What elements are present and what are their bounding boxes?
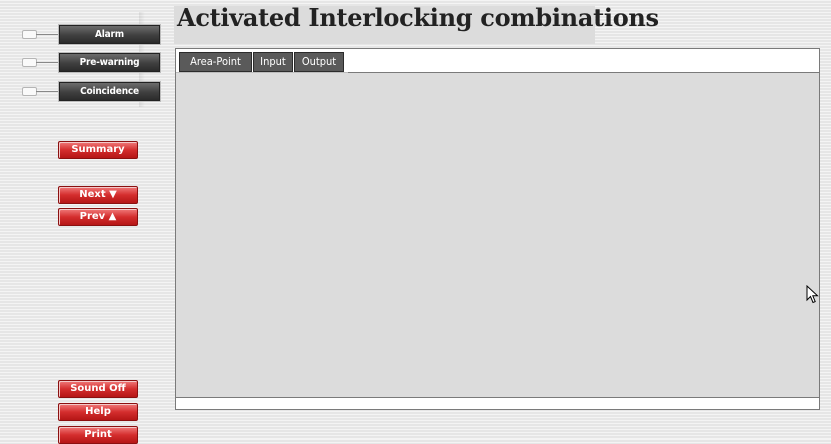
tab-area-point[interactable]: Area-Point	[179, 52, 252, 72]
combinations-list-area[interactable]	[176, 73, 819, 397]
coincidence-row: Coincidence	[22, 82, 160, 101]
alarm-indicator-line	[36, 34, 59, 35]
coincidence-indicator-led	[22, 87, 37, 96]
panel-footer-divider	[176, 397, 819, 398]
pre-warning-indicator-line	[36, 62, 59, 63]
alarm-row: Alarm	[22, 25, 160, 44]
pre-warning-row: Pre-warning	[22, 53, 160, 72]
main-panel: Area-Point Input Output	[175, 48, 820, 410]
sound-off-button[interactable]: Sound Off	[58, 380, 138, 398]
tab-output[interactable]: Output	[294, 52, 344, 72]
pre-warning-indicator-led	[22, 58, 37, 67]
mouse-pointer-icon	[806, 285, 819, 304]
next-button[interactable]: Next ▼	[58, 186, 138, 204]
page-title: Activated Interlocking combinations	[177, 3, 659, 32]
help-button[interactable]: Help	[58, 403, 138, 421]
tab-input[interactable]: Input	[253, 52, 293, 72]
coincidence-button[interactable]: Coincidence	[59, 82, 160, 101]
pre-warning-button[interactable]: Pre-warning	[59, 53, 160, 72]
print-button[interactable]: Print	[58, 426, 138, 444]
tab-bar: Area-Point Input Output	[176, 49, 819, 74]
summary-button[interactable]: Summary	[58, 141, 138, 159]
prev-button[interactable]: Prev ▲	[58, 208, 138, 226]
coincidence-indicator-line	[36, 91, 59, 92]
alarm-indicator-led	[22, 30, 37, 39]
sidebar: Alarm Pre-warning Coincidence Summary Ne…	[0, 0, 170, 444]
alarm-button[interactable]: Alarm	[59, 25, 160, 44]
